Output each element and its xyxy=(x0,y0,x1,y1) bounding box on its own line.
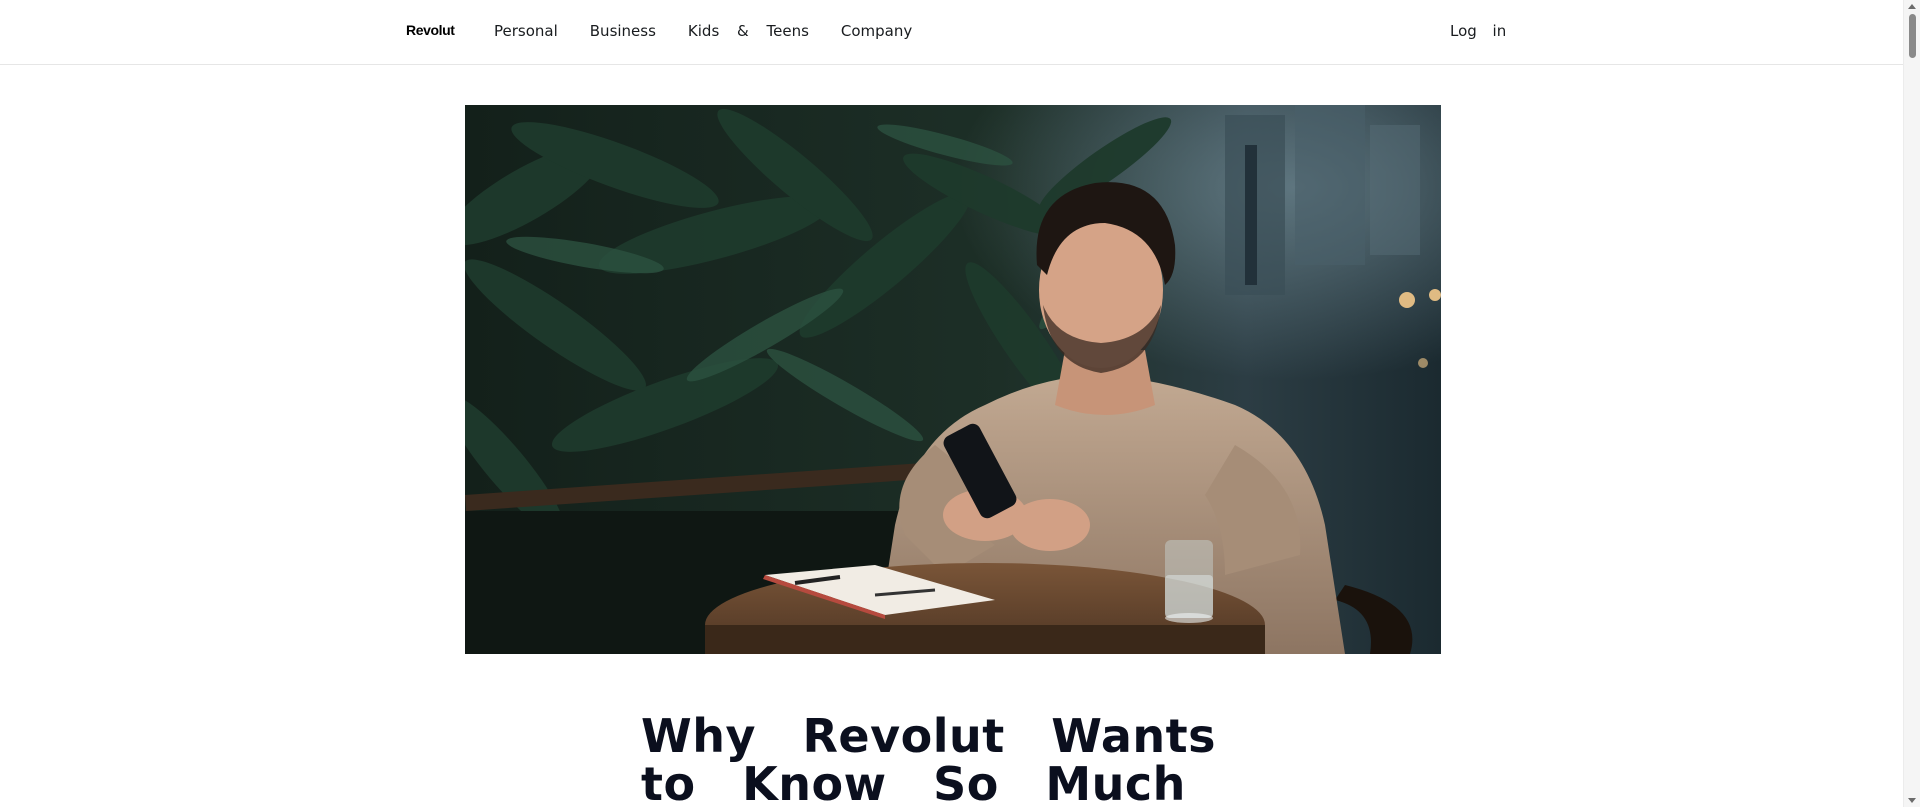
hero-image xyxy=(465,105,1441,654)
hero-photo-illustration xyxy=(465,105,1441,654)
nav-item-company[interactable]: Company xyxy=(841,22,912,40)
site-header: Revolut Personal Business Kids & Teens C… xyxy=(0,0,1903,65)
page-scrollbar[interactable] xyxy=(1903,0,1920,807)
scroll-down-arrow-icon[interactable] xyxy=(1908,798,1916,803)
scroll-up-arrow-icon[interactable] xyxy=(1908,4,1916,9)
nav-item-kids-teens[interactable]: Kids & Teens xyxy=(688,22,809,40)
revolut-logo[interactable]: Revolut xyxy=(406,22,455,38)
article-title: Why Revolut Wants to Know So Much xyxy=(641,709,1216,807)
nav-item-business[interactable]: Business xyxy=(590,22,656,40)
main-nav: Personal Business Kids & Teens Company xyxy=(494,22,912,40)
scrollbar-thumb[interactable] xyxy=(1909,14,1916,58)
page: Revolut Personal Business Kids & Teens C… xyxy=(0,0,1920,807)
nav-item-personal[interactable]: Personal xyxy=(494,22,558,40)
login-link[interactable]: Log in xyxy=(1450,22,1506,40)
